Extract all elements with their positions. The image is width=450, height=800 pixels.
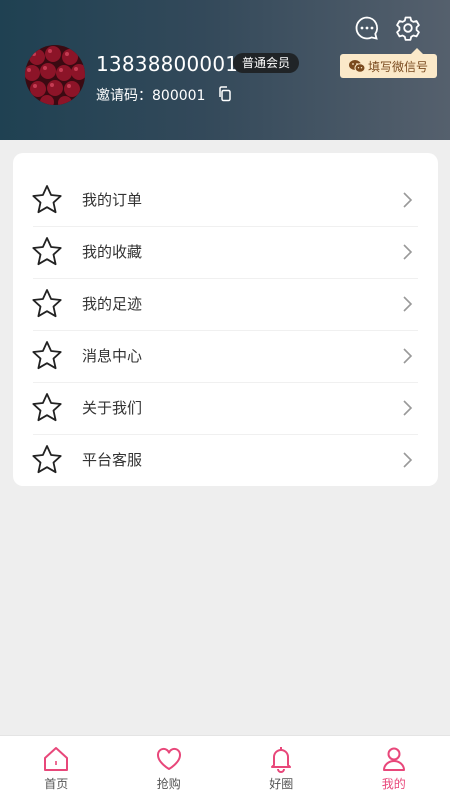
- tab-label: 我的: [381, 777, 406, 791]
- tab-home[interactable]: 首页: [0, 736, 113, 800]
- home-icon: [44, 747, 69, 771]
- heart-icon: [156, 747, 181, 770]
- menu-item-label: 平台客服: [82, 451, 143, 469]
- user-icon: [382, 747, 405, 771]
- chevron-right-icon: [403, 244, 413, 260]
- chevron-right-icon: [403, 296, 413, 312]
- chevron-right-icon: [403, 452, 413, 468]
- star-icon: [32, 445, 62, 474]
- fill-wechat-label: 填写微信号: [367, 59, 428, 74]
- bottom-tab-bar: 首页 抢购 好圈 我的: [0, 735, 450, 800]
- user-phone: 13838800001: [96, 52, 239, 76]
- star-icon: [32, 289, 62, 318]
- menu-item-label: 消息中心: [82, 347, 143, 365]
- tab-flash-sale[interactable]: 抢购: [113, 736, 226, 800]
- menu-item-orders[interactable]: 我的订单: [13, 174, 438, 226]
- menu-item-messages[interactable]: 消息中心: [13, 330, 438, 382]
- copy-icon[interactable]: [216, 85, 234, 103]
- wechat-icon: [348, 60, 365, 73]
- tab-label: 首页: [44, 777, 69, 791]
- menu-item-label: 我的收藏: [82, 243, 143, 261]
- fill-wechat-button[interactable]: 填写微信号: [340, 48, 437, 78]
- star-icon: [32, 237, 62, 266]
- star-icon: [32, 185, 62, 214]
- member-badge: 普通会员: [233, 53, 300, 73]
- star-icon: [32, 393, 62, 422]
- menu-item-label: 我的订单: [82, 191, 143, 209]
- menu-item-label: 关于我们: [82, 399, 143, 417]
- bell-icon: [271, 747, 292, 773]
- chevron-right-icon: [403, 192, 413, 208]
- menu-item-about[interactable]: 关于我们: [13, 382, 438, 434]
- menu-item-label: 我的足迹: [82, 295, 143, 313]
- menu-item-support[interactable]: 平台客服: [13, 434, 438, 486]
- invite-code: 邀请码：800001: [96, 88, 206, 104]
- message-icon[interactable]: [353, 14, 381, 42]
- menu-item-history[interactable]: 我的足迹: [13, 278, 438, 330]
- tab-label: 抢购: [156, 777, 181, 791]
- tab-mine[interactable]: 我的: [338, 736, 450, 800]
- settings-icon[interactable]: [394, 14, 422, 42]
- chevron-right-icon: [403, 400, 413, 416]
- menu-item-favorites[interactable]: 我的收藏: [13, 226, 438, 278]
- menu-list: 我的订单 我的收藏 我的足迹 消息中心 关于我们 平台客服: [13, 153, 438, 486]
- tab-label: 好圈: [269, 777, 294, 791]
- star-icon: [32, 341, 62, 370]
- avatar[interactable]: [25, 45, 85, 105]
- chevron-right-icon: [403, 348, 413, 364]
- profile-header: 13838800001 普通会员 邀请码：800001 填写微信号: [0, 0, 450, 140]
- tab-circle[interactable]: 好圈: [225, 736, 338, 800]
